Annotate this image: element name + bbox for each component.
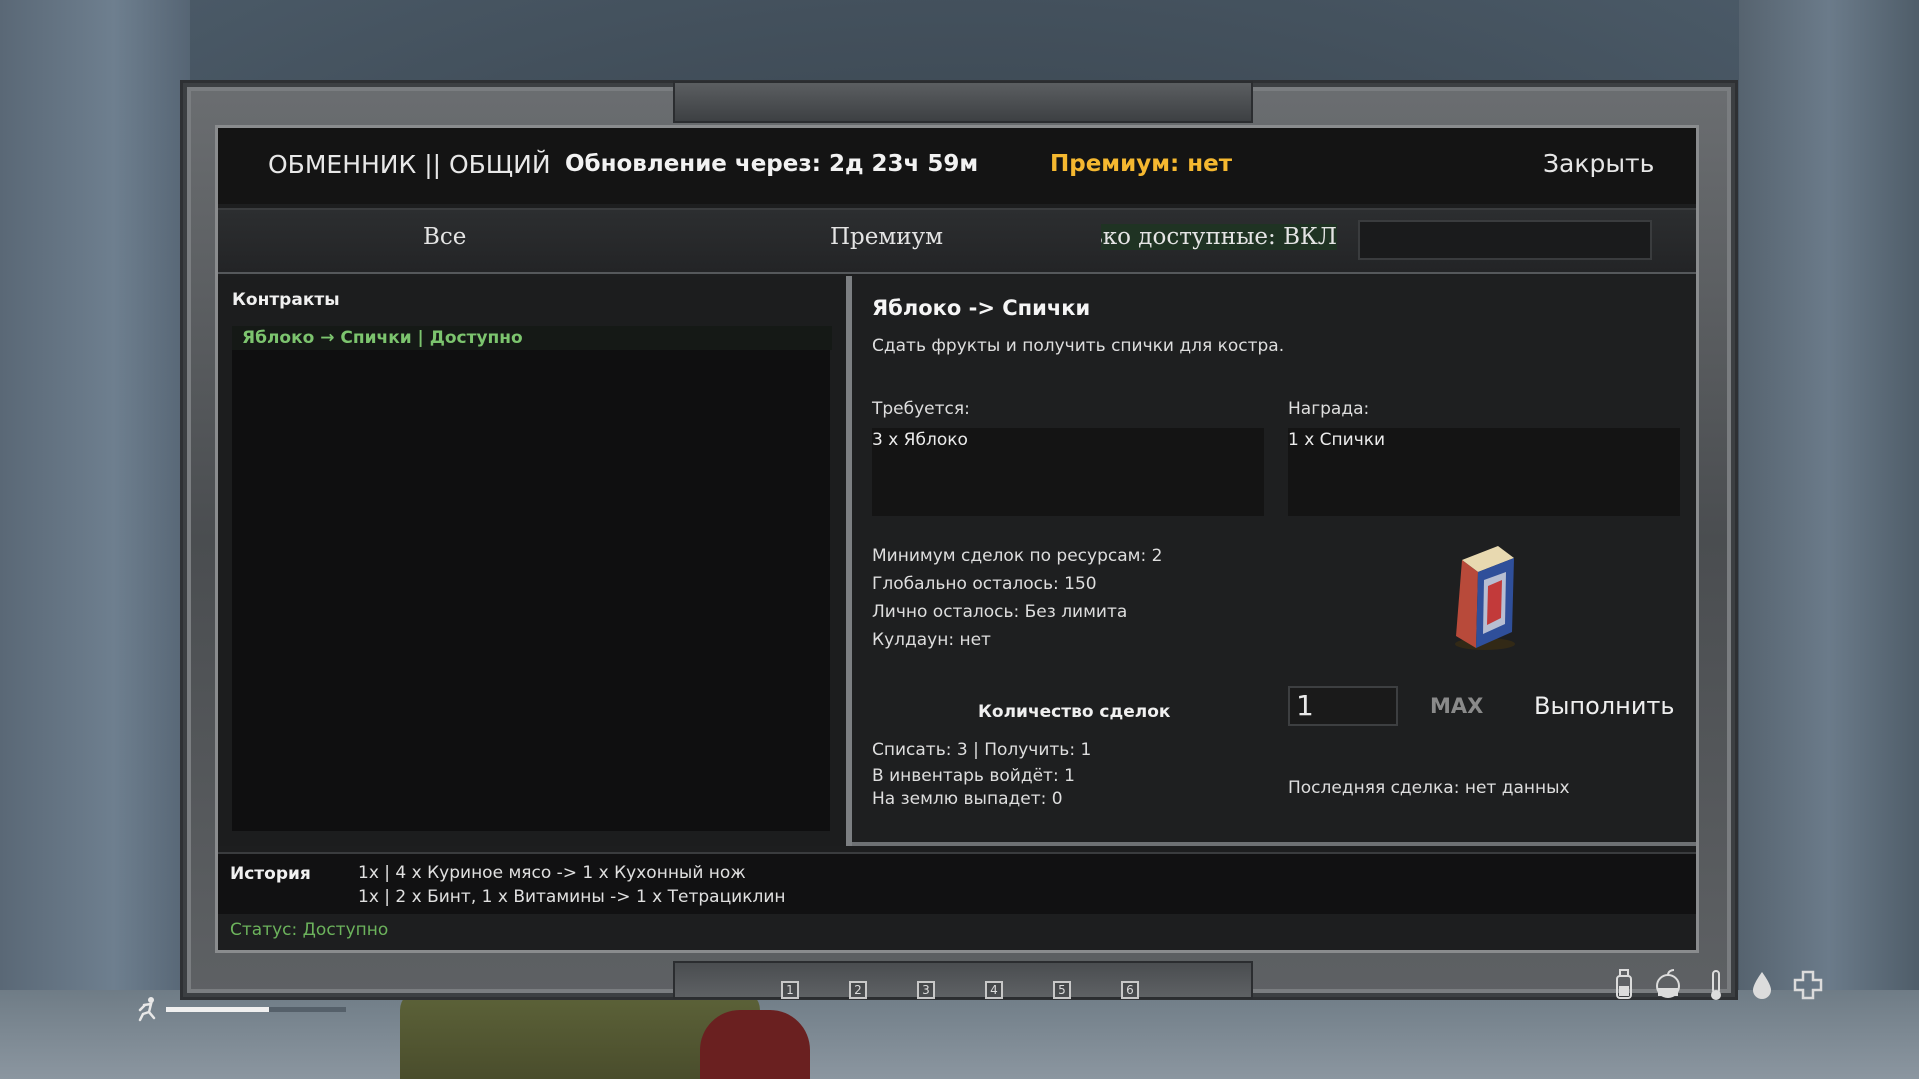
contracts-label: Контракты	[232, 290, 340, 310]
thermometer-icon	[1711, 970, 1721, 1000]
deals-quantity-label: Количество сделок	[978, 702, 1171, 722]
hotbar-slot-2[interactable]: 2	[849, 981, 867, 999]
write-off-summary: Списать: 3 | Получить: 1	[872, 740, 1092, 760]
trader-window: ОБМЕННИК || ОБЩИЙ Обновление через: 2д 2…	[180, 80, 1738, 1000]
min-deals: Минимум сделок по ресурсам: 2	[872, 546, 1163, 566]
background-wall-right	[1739, 0, 1919, 1079]
water-drop-icon	[1753, 972, 1771, 999]
background-wall-left	[0, 0, 190, 1079]
history-panel: История 1x | 4 x Куриное мясо -> 1 x Кух…	[218, 852, 1696, 914]
running-icon	[138, 997, 156, 1022]
reward-items-box: 1 x Спички	[1288, 428, 1680, 516]
close-button[interactable]: Закрыть	[1543, 149, 1654, 178]
status-text: Статус: Доступно	[230, 920, 389, 940]
hotbar-slot-4[interactable]: 4	[985, 981, 1003, 999]
header-bar: ОБМЕННИК || ОБЩИЙ Обновление через: 2д 2…	[218, 128, 1696, 204]
available-only-toggle[interactable]: олько доступные: ВКЛ	[1101, 224, 1337, 250]
player-backpack	[700, 1010, 810, 1079]
tab-all[interactable]: Все	[423, 224, 466, 250]
bottle-icon	[1616, 969, 1632, 999]
deals-quantity-input[interactable]: 1	[1288, 686, 1398, 726]
personal-left: Лично осталось: Без лимита	[872, 602, 1128, 622]
required-label: Требуется:	[872, 399, 970, 419]
reward-label: Награда:	[1288, 399, 1370, 419]
execute-button[interactable]: Выполнить	[1534, 692, 1675, 720]
max-button[interactable]: MAX	[1430, 694, 1483, 718]
frame-bottom-ornament	[673, 961, 1253, 999]
filter-bar: Все Премиум олько доступные: ВКЛ	[218, 208, 1696, 274]
hotbar-slot-5[interactable]: 5	[1053, 981, 1071, 999]
matchbox-icon	[1455, 546, 1515, 650]
to-inventory: В инвентарь войдёт: 1	[872, 766, 1075, 786]
to-ground: На землю выпадет: 0	[872, 789, 1063, 809]
premium-status: Премиум: нет	[1050, 151, 1233, 177]
food-icon	[1656, 969, 1680, 998]
hotbar-slot-6[interactable]: 6	[1121, 981, 1139, 999]
stamina-bar	[166, 1007, 346, 1012]
frame-top-ornament	[673, 81, 1253, 123]
background-floor	[0, 990, 1919, 1079]
reward-item: 1 x Спички	[1288, 430, 1386, 450]
search-input[interactable]	[1358, 220, 1652, 260]
trader-panel: ОБМЕННИК || ОБЩИЙ Обновление через: 2д 2…	[215, 125, 1699, 953]
required-items-box: 3 x Яблоко	[872, 428, 1264, 516]
cooldown: Кулдаун: нет	[872, 630, 991, 650]
list-item[interactable]: Яблоко → Спички | Доступно	[232, 326, 832, 350]
required-item: 3 x Яблоко	[872, 430, 968, 450]
contract-title: Яблоко -> Спички	[872, 296, 1091, 320]
hotbar-slot-3[interactable]: 3	[917, 981, 935, 999]
contracts-panel: Контракты Яблоко → Спички | Доступно	[218, 276, 852, 846]
contract-description: Сдать фрукты и получить спички для костр…	[872, 336, 1285, 356]
hotbar-slot-1[interactable]: 1	[781, 981, 799, 999]
contracts-list[interactable]: Яблоко → Спички | Доступно	[232, 326, 832, 831]
history-entry: 1x | 2 x Бинт, 1 x Витамины -> 1 x Тетра…	[358, 887, 786, 907]
history-entry: 1x | 4 x Куриное мясо -> 1 x Кухонный но…	[358, 863, 746, 883]
update-timer: Обновление через: 2д 23ч 59м	[565, 151, 979, 177]
window-title: ОБМЕННИК || ОБЩИЙ	[268, 150, 551, 179]
tab-premium[interactable]: Премиум	[830, 224, 943, 250]
history-label: История	[230, 864, 311, 884]
health-cross-icon	[1793, 970, 1823, 1000]
stamina-fill	[166, 1007, 269, 1012]
global-left: Глобально осталось: 150	[872, 574, 1097, 594]
last-deal: Последняя сделка: нет данных	[1288, 778, 1570, 798]
contract-detail-panel: Яблоко -> Спички Сдать фрукты и получить…	[852, 276, 1696, 846]
